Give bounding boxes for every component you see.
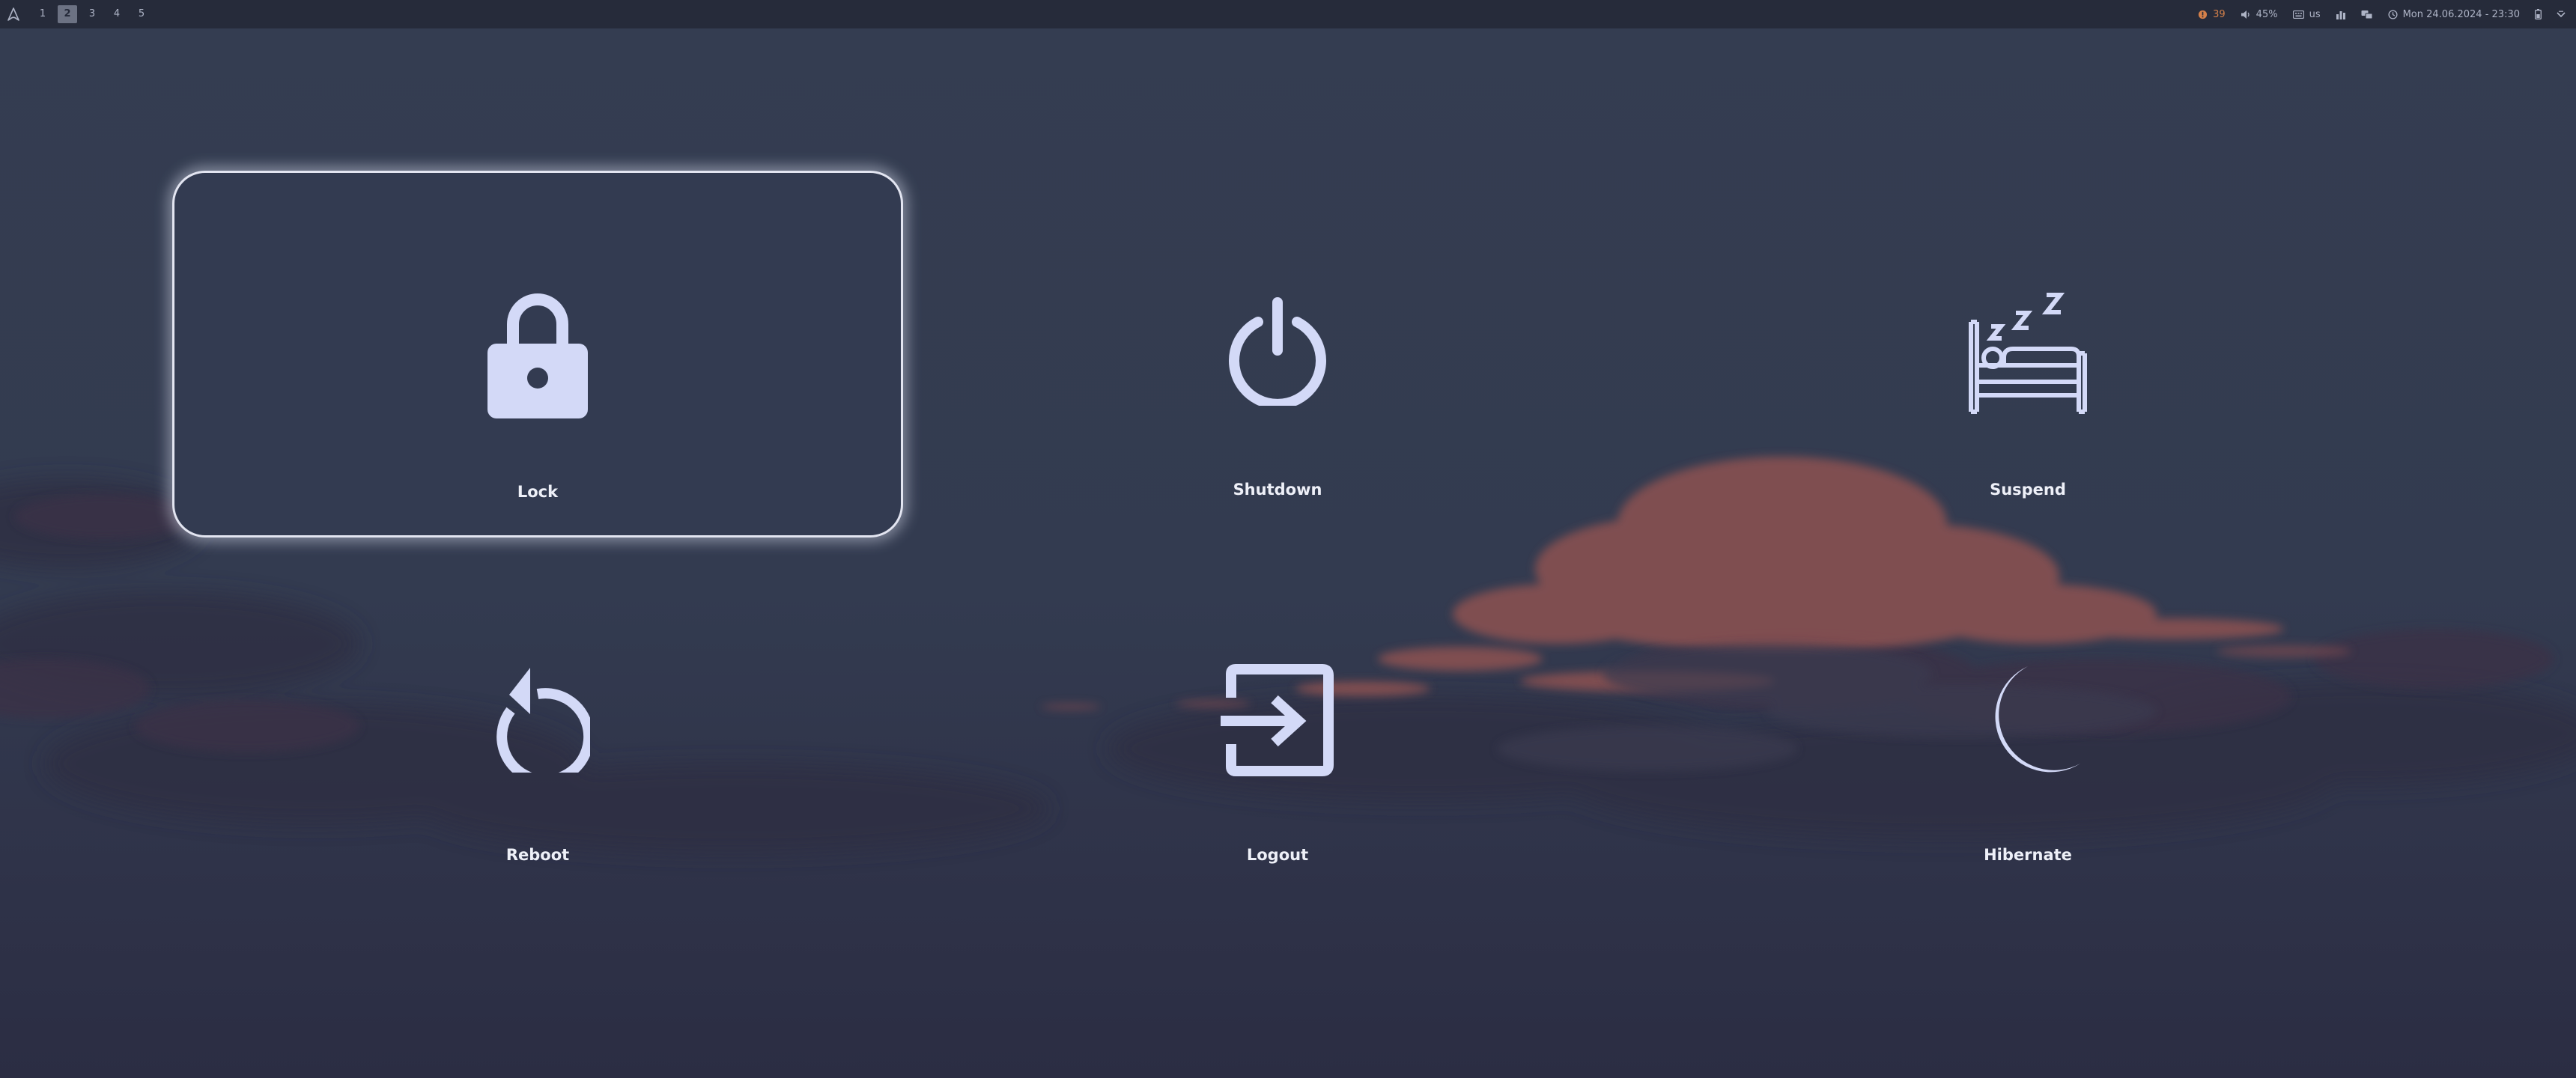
shutdown-option[interactable]: Shutdown [912,171,1643,538]
workspace-list: 12345 [33,5,157,23]
updates-module[interactable]: 39 [2198,9,2226,20]
power-icon [1229,297,1326,406]
menu-module[interactable] [2557,10,2566,18]
speaker-icon [2241,10,2250,19]
moon-icon [1995,666,2080,773]
chevron-down-icon [2557,10,2566,18]
logout-icon [1221,664,1334,776]
arch-logo-icon[interactable] [6,7,21,22]
lock-option[interactable]: Lock [172,171,903,538]
suspend-label: Suspend [1990,481,2066,499]
logout-label: Logout [1246,846,1309,864]
volume-module[interactable]: 45% [2241,9,2278,20]
memory-icon [2361,10,2373,19]
top-bar: 12345 39 45% us Mon 24.06.2024 - 23:30 [0,0,2576,28]
workspace-3[interactable]: 3 [82,5,102,23]
clock-module[interactable]: Mon 24.06.2024 - 23:30 [2388,9,2520,20]
sleeping-bed-icon [1969,293,2087,414]
clock-text: Mon 24.06.2024 - 23:30 [2402,8,2520,20]
updates-count: 39 [2213,8,2226,20]
suspend-option[interactable]: Suspend [1662,171,2393,538]
reboot-option[interactable]: Reboot [172,536,903,903]
shutdown-label: Shutdown [1233,481,1322,499]
workspace-5[interactable]: 5 [132,5,151,23]
update-alert-icon [2199,10,2208,19]
lock-icon [487,293,588,418]
lock-label: Lock [517,483,559,501]
logout-option[interactable]: Logout [912,536,1643,903]
reboot-icon [496,668,590,773]
workspace-1[interactable]: 1 [33,5,52,23]
memory-module[interactable] [2361,10,2373,19]
workspace-4[interactable]: 4 [107,5,127,23]
keyboard-module[interactable]: us [2292,8,2321,20]
cpu-module[interactable] [2336,10,2346,19]
battery-icon [2535,9,2542,19]
clock-icon [2388,9,2398,19]
power-module[interactable] [2535,9,2542,19]
hibernate-option[interactable]: Hibernate [1662,536,2393,903]
workspace-area: 12345 [6,0,157,28]
workspace-2[interactable]: 2 [58,5,77,23]
reboot-label: Reboot [505,846,570,864]
chart-icon [2336,10,2345,19]
keyboard-layout: us [2309,8,2321,20]
status-modules: 39 45% us Mon 24.06.2024 - 23:30 [2198,0,2566,28]
volume-value: 45% [2255,8,2278,20]
hibernate-label: Hibernate [1984,846,2072,864]
keyboard-icon [2292,10,2304,19]
